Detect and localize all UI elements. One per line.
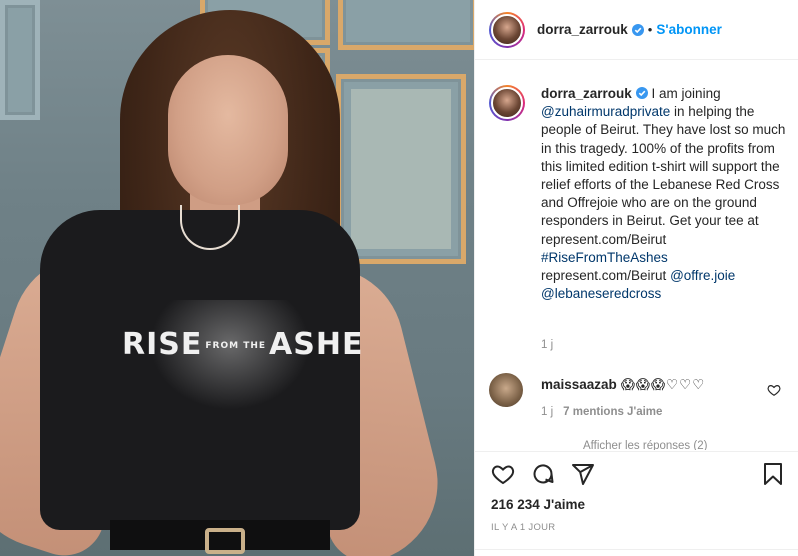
tshirt-print: RISE FROM THE ASHE xyxy=(122,327,362,362)
post-actions: 216 234 J'aime IL Y A 1 JOUR xyxy=(475,451,798,556)
verified-badge-icon xyxy=(635,87,648,99)
post-header: dorra_zarrouk • S'abonner xyxy=(475,0,798,60)
comment-likes-link[interactable]: 7 mentions J'aime xyxy=(563,406,662,418)
heart-icon[interactable] xyxy=(767,383,781,397)
heart-icon[interactable] xyxy=(491,462,515,486)
action-bar xyxy=(489,462,789,488)
post-details-panel: dorra_zarrouk • S'abonner dorra_zarrouk … xyxy=(474,0,798,556)
mention-link[interactable]: @lebaneseredcross xyxy=(541,286,661,301)
separator-dot: • xyxy=(647,22,653,37)
comment-icon[interactable] xyxy=(531,462,555,486)
view-replies-link[interactable]: Afficher les réponses (2) xyxy=(583,440,707,450)
tshirt-print-word: ASHE xyxy=(269,327,364,362)
follow-button[interactable]: S'abonner xyxy=(656,22,721,37)
comment-time: 1 j xyxy=(541,406,554,418)
tshirt-print-small: FROM THE xyxy=(205,340,267,351)
username-link[interactable]: dorra_zarrouk xyxy=(537,22,628,37)
avatar[interactable] xyxy=(489,373,523,407)
post-photo[interactable]: RISE FROM THE ASHE xyxy=(0,0,474,556)
likes-count[interactable]: 216 234 J'aime xyxy=(491,497,585,512)
comment-meta: 1 j 7 mentions J'aime xyxy=(541,406,662,418)
comment-text: maissaazab 😱😱😱♡♡♡ xyxy=(541,373,789,393)
share-icon[interactable] xyxy=(571,462,595,486)
mention-link[interactable]: @zuhairmuradprivate xyxy=(541,104,670,119)
avatar[interactable] xyxy=(489,85,525,121)
avatar[interactable] xyxy=(489,11,525,48)
comment-username[interactable]: maissaazab xyxy=(541,377,617,392)
mention-link[interactable]: @offre.joie xyxy=(670,268,735,283)
verified-badge-icon xyxy=(631,23,644,36)
hashtag-link[interactable]: #RiseFromTheAshes xyxy=(541,250,668,265)
add-comment-divider xyxy=(475,549,798,556)
post-date: IL Y A 1 JOUR xyxy=(491,522,556,533)
caption: dorra_zarrouk I am joining @zuhairmuradp… xyxy=(489,85,789,303)
caption-part: I am joining xyxy=(647,86,721,101)
caption-time: 1 j xyxy=(541,339,554,351)
belt-buckle xyxy=(205,528,245,554)
caption-part: represent.com/Beirut xyxy=(541,268,671,284)
caption-author[interactable]: dorra_zarrouk xyxy=(541,86,632,101)
comment: maissaazab 😱😱😱♡♡♡ 1 j 7 mentions J'aime xyxy=(489,373,789,418)
tshirt-print-word: RISE xyxy=(122,327,203,362)
face xyxy=(168,55,288,205)
caption-text: dorra_zarrouk I am joining @zuhairmuradp… xyxy=(541,85,789,303)
comments-area[interactable]: dorra_zarrouk I am joining @zuhairmuradp… xyxy=(475,75,798,450)
caption-part: in helping the people of Beirut. They ha… xyxy=(541,104,786,247)
wall-frame xyxy=(338,0,474,50)
bookmark-icon[interactable] xyxy=(761,462,785,486)
comment-body: 😱😱😱♡♡♡ xyxy=(620,377,706,392)
wall-frame xyxy=(336,74,466,264)
wall-frame xyxy=(0,0,40,120)
